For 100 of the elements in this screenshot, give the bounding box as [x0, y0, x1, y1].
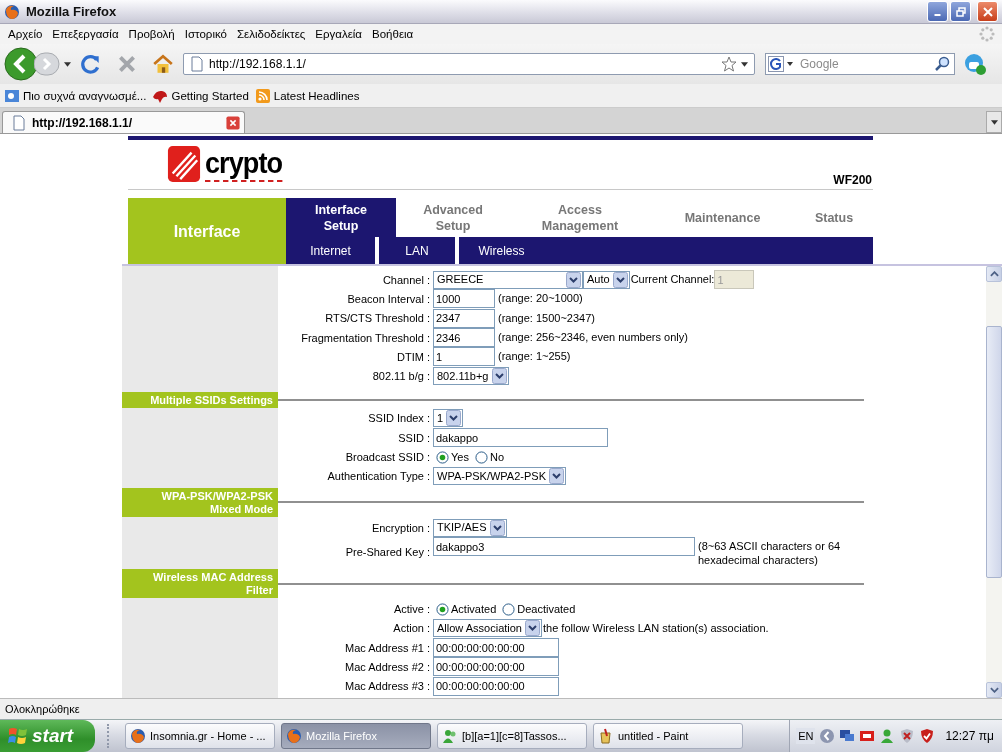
- monitor-icon[interactable]: [839, 728, 856, 744]
- model-name: WF200: [833, 173, 872, 187]
- shield-icon[interactable]: [919, 728, 936, 744]
- search-engine-icon[interactable]: [768, 56, 794, 72]
- shield-icon[interactable]: [899, 728, 916, 744]
- text-field[interactable]: 1000: [433, 289, 495, 309]
- start-button[interactable]: start: [0, 720, 95, 752]
- field-label: Pre-Shared Key :: [344, 546, 431, 559]
- people-icon: [442, 728, 458, 744]
- scroll-down-button[interactable]: [986, 682, 1002, 698]
- chevron-left-icon[interactable]: [819, 728, 836, 744]
- field-label: Mac Address #1 :: [344, 641, 431, 654]
- chevron-down-icon: [612, 271, 628, 288]
- dropdown[interactable]: TKIP/AES: [433, 518, 507, 537]
- radio-option[interactable]: No: [474, 448, 504, 466]
- radio-option[interactable]: Yes: [436, 448, 469, 466]
- field-label: Active :: [392, 602, 431, 615]
- dropdown[interactable]: Allow Association: [433, 619, 542, 638]
- field-label: DTIM :: [396, 350, 431, 363]
- menu-item[interactable]: Βοήθεια: [367, 28, 419, 40]
- field-label: Mac Address #3 :: [344, 680, 431, 693]
- text-field[interactable]: 1: [433, 347, 495, 367]
- radio-option[interactable]: Deactivated: [502, 600, 576, 618]
- menu-item[interactable]: Προβολή: [123, 28, 180, 40]
- page-icon: [11, 114, 27, 131]
- search-bar[interactable]: Google: [765, 53, 955, 75]
- text-field[interactable]: 2346: [433, 328, 495, 348]
- logo-text: crypto: [205, 145, 283, 182]
- tab-close-icon[interactable]: [226, 115, 240, 130]
- radio-icon: [436, 450, 449, 464]
- star-icon[interactable]: [721, 56, 737, 72]
- status-text: Ολοκληρώθηκε: [5, 703, 80, 715]
- field-label: Beacon Interval :: [346, 292, 431, 305]
- bookmark-link[interactable]: Getting Started: [152, 87, 249, 104]
- hint-text: (range: 20~1000): [498, 292, 583, 305]
- nav-tab[interactable]: Interface Setup: [286, 198, 396, 237]
- page-icon: [189, 56, 205, 72]
- field-label: Action :: [392, 622, 431, 635]
- field-label: Broadcast SSID :: [344, 451, 431, 463]
- field-label: Mac Address #2 :: [344, 660, 431, 673]
- text-field[interactable]: 2347: [433, 308, 495, 328]
- hint-text: (range: 256~2346, even numbers only): [498, 331, 688, 344]
- scroll-thumb[interactable]: [986, 326, 1002, 578]
- tab-list-button[interactable]: [986, 111, 1002, 133]
- browser-tab[interactable]: http://192.168.1.1/: [2, 111, 245, 133]
- sub-nav-link[interactable]: Wireless: [459, 237, 544, 264]
- dropdown[interactable]: 1: [433, 409, 464, 428]
- dropdown-arrow-icon[interactable]: [741, 61, 748, 67]
- chevron-down-icon: [525, 620, 540, 637]
- dropdown[interactable]: 802.11b+g: [433, 367, 509, 386]
- chevron-down-icon: [989, 687, 999, 693]
- chat-bubble-icon[interactable]: [963, 52, 987, 76]
- radio-option[interactable]: Activated: [436, 600, 497, 618]
- text-field[interactable]: 00:00:00:00:00:00: [433, 638, 559, 657]
- restore-icon: [955, 6, 966, 17]
- hint-text: the follow Wireless LAN station(s) association.: [543, 621, 769, 634]
- sub-nav-link[interactable]: Internet: [286, 237, 375, 264]
- app-icon: [4, 3, 20, 20]
- menu-item[interactable]: Εργαλεία: [310, 28, 368, 40]
- person-icon[interactable]: [879, 728, 896, 744]
- chevron-down-icon: [491, 368, 507, 385]
- bookmark-link[interactable]: Latest Headlines: [254, 87, 360, 104]
- taskbar-button[interactable]: untitled - Paint: [593, 723, 743, 749]
- search-icon[interactable]: [934, 56, 950, 72]
- back-button[interactable]: [4, 47, 38, 81]
- home-icon[interactable]: [152, 53, 174, 75]
- menu-item[interactable]: Επεξεργασία: [47, 28, 124, 40]
- dropdown[interactable]: WPA-PSK/WPA2-PSK: [433, 467, 566, 486]
- minimize-icon: [934, 13, 941, 16]
- sub-nav-link[interactable]: LAN: [379, 237, 455, 264]
- reload-icon[interactable]: [80, 53, 102, 75]
- text-field[interactable]: dakappo: [433, 428, 608, 448]
- section-heading: Wireless MAC Address Filter: [122, 569, 278, 599]
- radio-icon: [436, 602, 449, 616]
- bookmark-link[interactable]: Πιο συχνά αναγνωσμέ...: [4, 87, 147, 104]
- taskbar-button[interactable]: [b][a=1][c=8]Tassos...: [437, 723, 587, 749]
- close-icon: [982, 6, 993, 17]
- minimize-button[interactable]: [927, 1, 948, 22]
- address-bar[interactable]: http://192.168.1.1/: [183, 53, 755, 75]
- scrollbar[interactable]: [986, 266, 1002, 698]
- dropdown[interactable]: GREECE: [433, 270, 583, 289]
- language-indicator[interactable]: EN: [796, 728, 816, 744]
- menu-item[interactable]: Σελιδοδείκτες: [231, 28, 311, 40]
- paint-cup-icon: [598, 728, 614, 744]
- restore-button[interactable]: [950, 1, 971, 22]
- close-button[interactable]: [977, 1, 998, 22]
- rss-feed-icon: [254, 87, 271, 104]
- app-icon: [130, 728, 146, 744]
- text-field[interactable]: 00:00:00:00:00:00: [433, 657, 559, 677]
- text-field[interactable]: 00:00:00:00:00:00: [433, 676, 559, 696]
- hint-text: Current Channel:: [630, 273, 715, 286]
- scroll-up-button[interactable]: [986, 266, 1002, 282]
- taskbar-button[interactable]: Insomnia.gr - Home - ...: [125, 723, 275, 749]
- windows-flag-icon: [8, 726, 28, 746]
- text-field[interactable]: dakappo3: [433, 537, 695, 557]
- menu-item[interactable]: Αρχείο: [3, 28, 48, 40]
- menu-item[interactable]: Ιστορικό: [179, 28, 232, 40]
- dropdown[interactable]: Auto: [583, 270, 630, 289]
- section-banner: Interface: [128, 198, 286, 264]
- history-dropdown-icon[interactable]: [64, 61, 71, 67]
